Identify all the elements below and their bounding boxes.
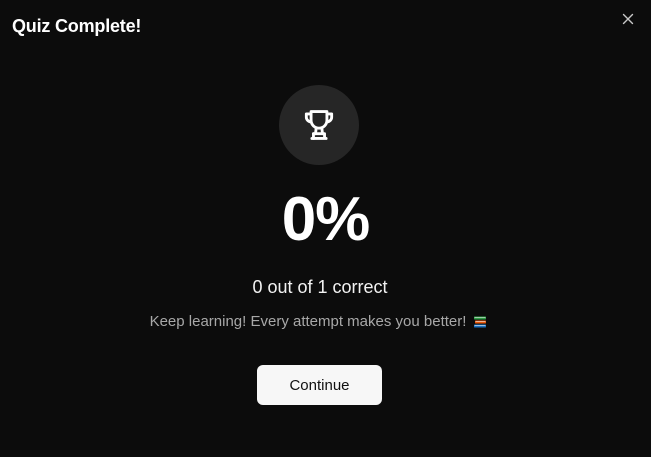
books-icon bbox=[474, 316, 487, 328]
close-icon bbox=[622, 13, 634, 25]
message-text: Keep learning! Every attempt makes you b… bbox=[149, 313, 467, 330]
encouragement-message: Keep learning! Every attempt makes you b… bbox=[0, 312, 637, 332]
continue-button[interactable]: Continue bbox=[257, 365, 382, 405]
dialog-title: Quiz Complete! bbox=[12, 16, 142, 36]
trophy-icon bbox=[304, 110, 334, 140]
score-summary: 0 out of 1 correct bbox=[252, 277, 388, 297]
score-percentage: 0% bbox=[281, 185, 371, 254]
quiz-complete-dialog: Quiz Complete! 0% 0 out of 1 correct Kee… bbox=[0, 0, 651, 457]
trophy-badge bbox=[279, 85, 359, 165]
close-button[interactable] bbox=[619, 10, 637, 28]
